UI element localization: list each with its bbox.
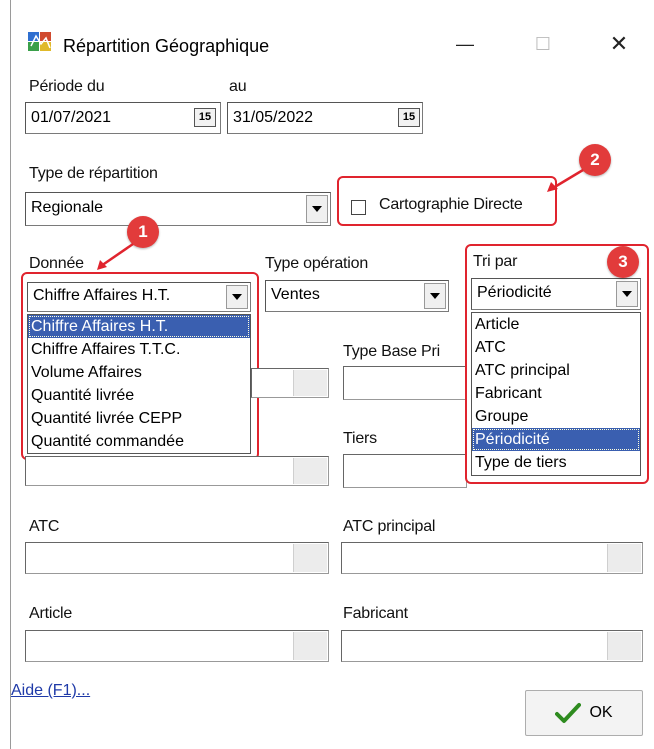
periode-du-label: Période du <box>29 78 105 95</box>
lookup-button[interactable] <box>293 370 327 396</box>
fabricant-field[interactable] <box>341 630 643 662</box>
tiers-field[interactable] <box>343 454 467 488</box>
type-repartition-label: Type de répartition <box>29 165 158 182</box>
highlight-box-1 <box>21 272 259 460</box>
hidden-lookup-field-2[interactable] <box>25 456 329 486</box>
type-operation-label: Type opération <box>265 255 369 272</box>
checkmark-icon <box>555 702 582 724</box>
type-base-prix-label: Type Base Pri <box>343 343 441 360</box>
annotation-arrow-1 <box>97 242 134 270</box>
chevron-down-icon[interactable] <box>424 283 446 309</box>
close-button[interactable]: ✕ <box>597 26 641 62</box>
help-link[interactable]: Aide (F1)... <box>11 682 90 700</box>
calendar-icon[interactable]: 15 <box>194 108 216 127</box>
ok-button[interactable]: OK <box>525 690 643 736</box>
atc-field[interactable] <box>25 542 329 574</box>
type-operation-value: Ventes <box>271 286 320 303</box>
type-repartition-select[interactable]: Regionale <box>25 192 331 226</box>
dialog-window: Répartition Géographique — ☐ ✕ Période d… <box>10 0 654 749</box>
date-au-field[interactable]: 31/05/2022 15 <box>227 102 423 134</box>
lookup-button[interactable] <box>607 632 641 660</box>
chevron-down-icon[interactable] <box>306 195 328 223</box>
window-title: Répartition Géographique <box>63 36 270 56</box>
lookup-button[interactable] <box>293 544 327 572</box>
date-au-value: 31/05/2022 <box>233 109 314 126</box>
ok-label: OK <box>589 704 613 721</box>
app-icon <box>27 30 53 54</box>
article-label: Article <box>29 605 73 622</box>
atc-principal-field[interactable] <box>341 542 643 574</box>
calendar-icon[interactable]: 15 <box>398 108 420 127</box>
atc-principal-label: ATC principal <box>343 518 436 535</box>
maximize-button[interactable]: ☐ <box>521 26 565 62</box>
title-bar: Répartition Géographique — ☐ ✕ <box>11 8 654 64</box>
type-base-prix-field[interactable] <box>343 366 467 400</box>
article-field[interactable] <box>25 630 329 662</box>
date-du-value: 01/07/2021 <box>31 109 112 126</box>
lookup-button[interactable] <box>607 544 641 572</box>
date-du-field[interactable]: 01/07/2021 15 <box>25 102 221 134</box>
fabricant-label: Fabricant <box>343 605 408 622</box>
highlight-box-2 <box>337 176 557 226</box>
hidden-lookup-field-1[interactable] <box>251 368 329 398</box>
minimize-button[interactable]: — <box>443 26 487 62</box>
type-repartition-value: Regionale <box>31 199 104 216</box>
highlight-box-3 <box>465 244 649 484</box>
lookup-button[interactable] <box>293 458 327 484</box>
periode-au-label: au <box>229 78 247 95</box>
tiers-label: Tiers <box>343 430 377 447</box>
type-operation-select[interactable]: Ventes <box>265 280 449 312</box>
annotation-badge-3: 3 <box>607 246 639 278</box>
donnee-label: Donnée <box>29 255 84 272</box>
annotation-arrow-2 <box>547 168 584 192</box>
lookup-button[interactable] <box>293 632 327 660</box>
atc-label: ATC <box>29 518 60 535</box>
